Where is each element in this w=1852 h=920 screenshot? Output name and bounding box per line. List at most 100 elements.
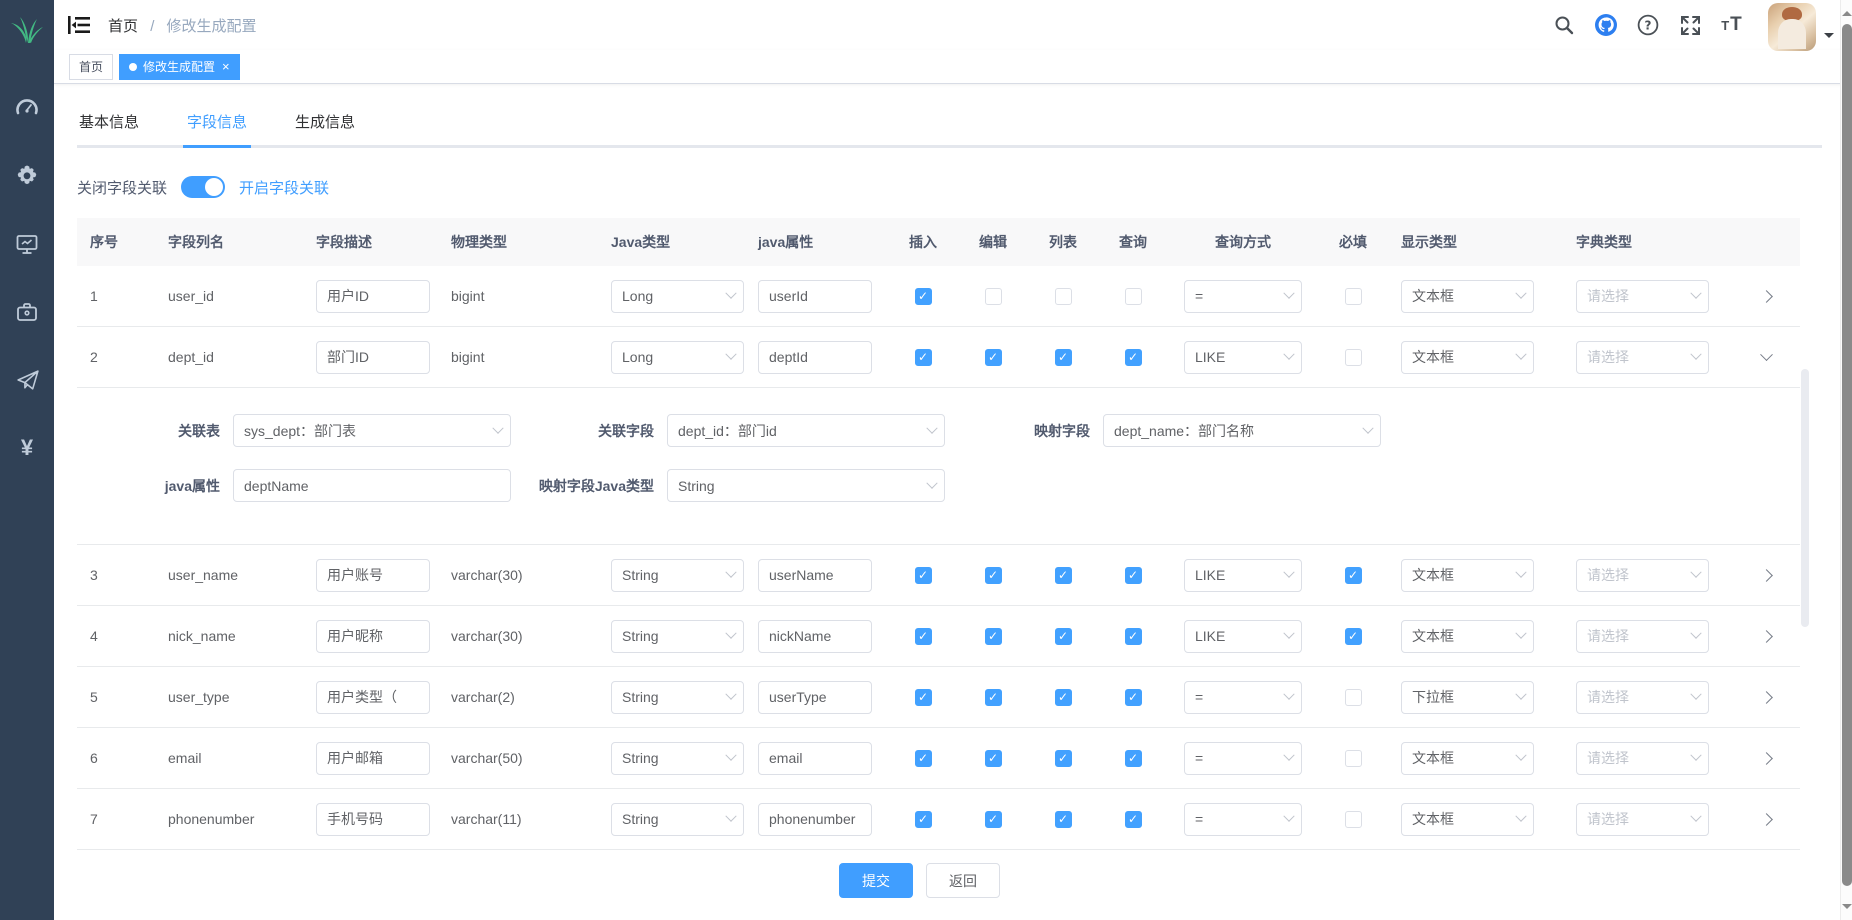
display-type-select[interactable]: 文本框 [1401,803,1534,836]
back-button[interactable]: 返回 [926,863,1000,898]
breadcrumb-home[interactable]: 首页 [108,18,138,35]
query-checkbox[interactable] [1125,811,1142,828]
required-checkbox[interactable] [1345,689,1362,706]
edit-checkbox[interactable] [985,750,1002,767]
list-checkbox[interactable] [1055,349,1072,366]
edit-checkbox[interactable] [985,628,1002,645]
required-checkbox[interactable] [1345,288,1362,305]
field-desc-input[interactable] [316,681,430,714]
query-checkbox[interactable] [1125,689,1142,706]
required-checkbox[interactable] [1345,567,1362,584]
java-attr-input[interactable] [758,620,872,653]
avatar[interactable] [1768,3,1816,51]
dict-type-select[interactable]: 请选择 [1576,620,1709,653]
insert-checkbox[interactable] [915,811,932,828]
query-checkbox[interactable] [1125,288,1142,305]
display-type-select[interactable]: 文本框 [1401,742,1534,775]
mapping-java-type-select[interactable]: String [667,469,945,502]
search-icon[interactable] [1550,11,1578,39]
query-type-select[interactable]: LIKE [1184,620,1302,653]
java-attr-input[interactable] [758,341,872,374]
insert-checkbox[interactable] [915,288,932,305]
font-size-icon[interactable]: TT [1718,11,1746,39]
list-checkbox[interactable] [1055,811,1072,828]
query-checkbox[interactable] [1125,567,1142,584]
display-type-select[interactable]: 文本框 [1401,620,1534,653]
row-expand-button[interactable] [1757,748,1777,768]
query-type-select[interactable]: LIKE [1184,559,1302,592]
edit-checkbox[interactable] [985,349,1002,366]
edit-checkbox[interactable] [985,811,1002,828]
tab-gen-info[interactable]: 生成信息 [293,105,357,145]
scroll-down-arrow-icon[interactable] [1842,904,1852,914]
dict-type-select[interactable]: 请选择 [1576,280,1709,313]
page-scrollbar[interactable] [1840,0,1852,920]
required-checkbox[interactable] [1345,811,1362,828]
submit-button[interactable]: 提交 [839,863,913,898]
query-checkbox[interactable] [1125,349,1142,366]
query-type-select[interactable]: = [1184,280,1302,313]
required-checkbox[interactable] [1345,628,1362,645]
field-relation-switch[interactable] [181,176,225,198]
java-type-select[interactable]: String [611,803,744,836]
insert-checkbox[interactable] [915,689,932,706]
user-menu[interactable] [1768,0,1834,51]
query-type-select[interactable]: = [1184,803,1302,836]
tab-field-info[interactable]: 字段信息 [185,105,249,145]
dict-type-select[interactable]: 请选择 [1576,742,1709,775]
help-question-icon[interactable]: ? [1634,11,1662,39]
list-checkbox[interactable] [1055,288,1072,305]
sidebar-item-system[interactable] [0,142,54,210]
edit-checkbox[interactable] [985,567,1002,584]
java-type-select[interactable]: String [611,681,744,714]
mapping-field-select[interactable]: dept_name：部门名称 [1103,414,1381,447]
relation-table-select[interactable]: sys_dept：部门表 [233,414,511,447]
sidebar-item-dashboard[interactable] [0,74,54,142]
display-type-select[interactable]: 文本框 [1401,559,1534,592]
dict-type-select[interactable]: 请选择 [1576,803,1709,836]
java-attr-input[interactable] [758,280,872,313]
dict-type-select[interactable]: 请选择 [1576,559,1709,592]
query-checkbox[interactable] [1125,628,1142,645]
dict-type-select[interactable]: 请选择 [1576,341,1709,374]
field-desc-input[interactable] [316,280,430,313]
list-checkbox[interactable] [1055,750,1072,767]
list-checkbox[interactable] [1055,689,1072,706]
insert-checkbox[interactable] [915,750,932,767]
insert-checkbox[interactable] [915,628,932,645]
github-icon[interactable] [1592,11,1620,39]
tag-close-icon[interactable]: × [222,59,230,74]
edit-checkbox[interactable] [985,288,1002,305]
tag-current[interactable]: 修改生成配置 × [119,54,240,80]
field-desc-input[interactable] [316,559,430,592]
edit-checkbox[interactable] [985,689,1002,706]
java-type-select[interactable]: Long [611,280,744,313]
tag-home[interactable]: 首页 [69,54,113,80]
query-type-select[interactable]: LIKE [1184,341,1302,374]
query-type-select[interactable]: = [1184,681,1302,714]
query-checkbox[interactable] [1125,750,1142,767]
java-attr-input[interactable] [758,742,872,775]
list-checkbox[interactable] [1055,628,1072,645]
panel-java-attr-input[interactable] [233,469,511,502]
row-expand-button[interactable] [1757,347,1777,367]
list-checkbox[interactable] [1055,567,1072,584]
insert-checkbox[interactable] [915,349,932,366]
sidebar-collapse-button[interactable] [68,16,90,34]
java-attr-input[interactable] [758,559,872,592]
query-type-select[interactable]: = [1184,742,1302,775]
sidebar-item-monitor[interactable] [0,210,54,278]
tab-basic-info[interactable]: 基本信息 [77,105,141,145]
page-scrollbar-thumb[interactable] [1842,24,1852,886]
display-type-select[interactable]: 文本框 [1401,341,1534,374]
required-checkbox[interactable] [1345,750,1362,767]
row-expand-button[interactable] [1757,565,1777,585]
java-attr-input[interactable] [758,681,872,714]
row-expand-button[interactable] [1757,687,1777,707]
required-checkbox[interactable] [1345,349,1362,366]
sidebar-item-finance[interactable]: ¥ [0,414,54,482]
fullscreen-icon[interactable] [1676,11,1704,39]
app-logo[interactable] [0,0,54,60]
insert-checkbox[interactable] [915,567,932,584]
sidebar-item-tool[interactable] [0,278,54,346]
